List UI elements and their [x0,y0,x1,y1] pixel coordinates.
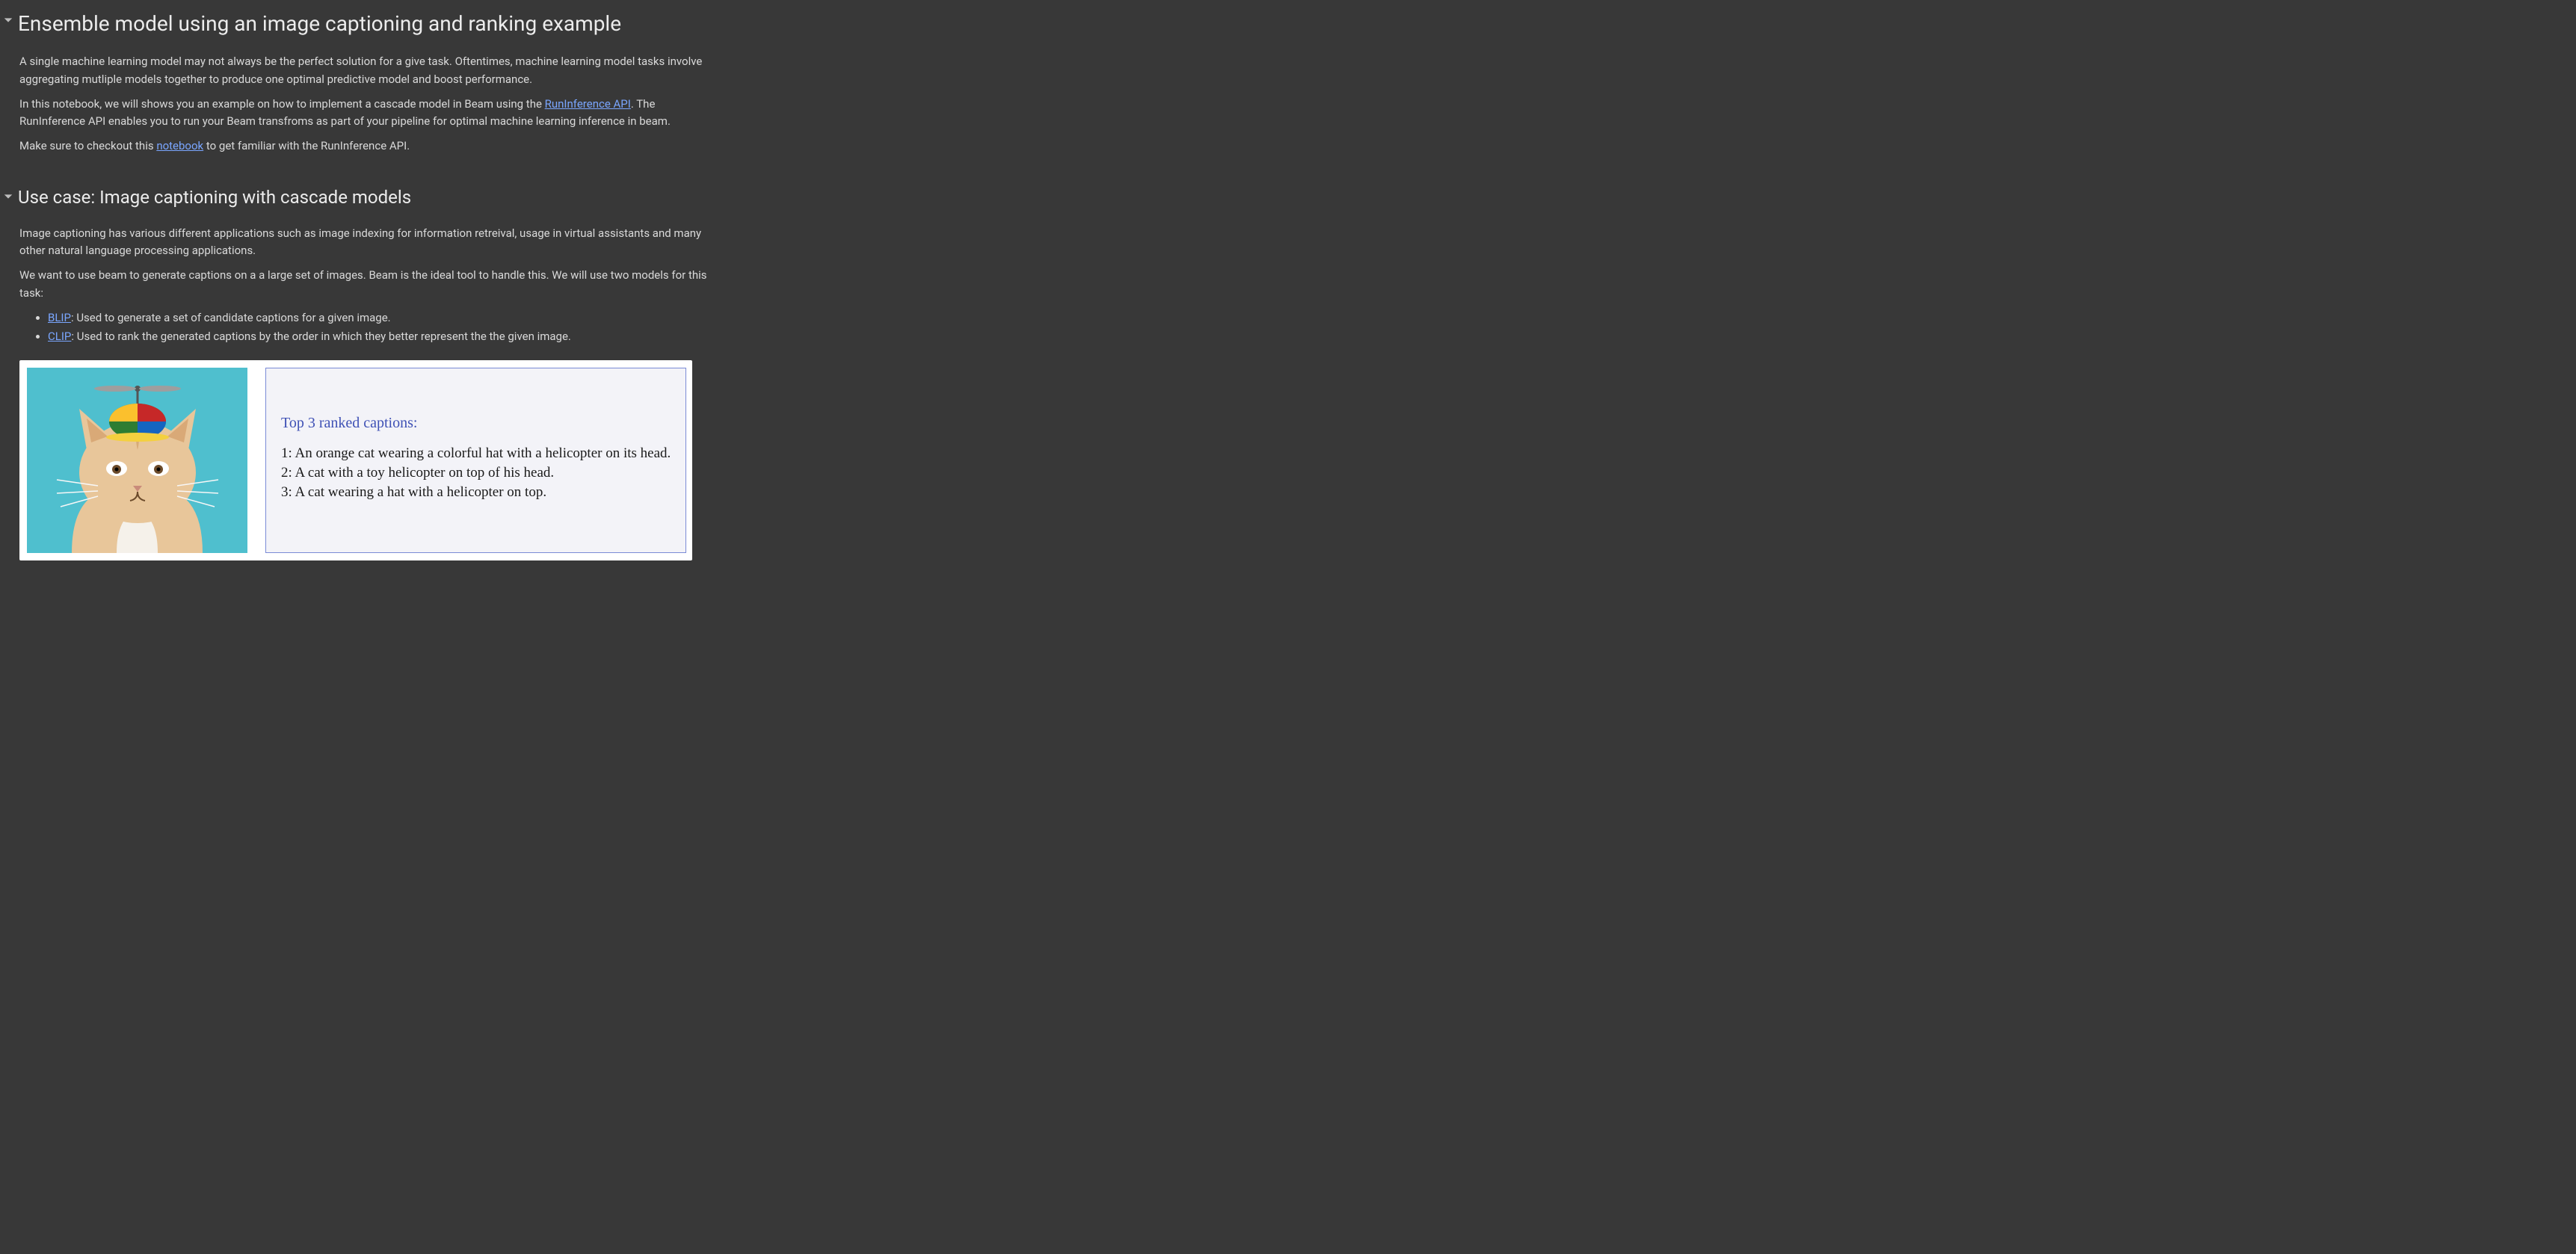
runinference-api-link[interactable]: RunInference API [545,97,631,111]
blip-link[interactable]: BLIP [48,311,71,324]
notebook-link[interactable]: notebook [156,139,203,152]
example-figure: Top 3 ranked captions: 1: An orange cat … [19,360,692,560]
captions-title: Top 3 ranked captions: [281,412,671,435]
text: : Used to generate a set of candidate ca… [71,311,391,324]
captions-list: 1: An orange cat wearing a colorful hat … [281,444,671,501]
captions-panel: Top 3 ranked captions: 1: An orange cat … [265,368,686,553]
section-1-header: Ensemble model using an image captioning… [0,7,748,40]
notebook-content: Ensemble model using an image captioning… [0,0,748,587]
text: Make sure to checkout this [19,139,156,152]
list-item: BLIP: Used to generate a set of candidat… [48,309,715,327]
model-list: BLIP: Used to generate a set of candidat… [19,309,715,346]
list-item: CLIP: Used to rank the generated caption… [48,328,715,345]
caption-1: 1: An orange cat wearing a colorful hat … [281,444,671,463]
cat-image [27,368,247,553]
collapse-toggle-icon[interactable] [3,15,15,27]
caption-3: 3: A cat wearing a hat with a helicopter… [281,483,671,502]
section-2-header: Use case: Image captioning with cascade … [0,184,748,211]
paragraph: We want to use beam to generate captions… [19,267,715,302]
text: : Used to rank the generated captions by… [71,330,570,343]
paragraph: In this notebook, we will shows you an e… [19,96,715,131]
clip-link[interactable]: CLIP [48,330,71,343]
paragraph: Make sure to checkout this notebook to g… [19,138,715,155]
section-2-title: Use case: Image captioning with cascade … [18,184,411,211]
caption-2: 2: A cat with a toy helicopter on top of… [281,463,671,483]
section-1-title: Ensemble model using an image captioning… [18,7,621,40]
collapse-toggle-icon[interactable] [3,191,15,203]
text: In this notebook, we will shows you an e… [19,97,545,111]
section-1-body: A single machine learning model may not … [0,53,734,167]
paragraph: Image captioning has various different a… [19,225,715,260]
text: to get familiar with the RunInference AP… [203,139,410,152]
paragraph: A single machine learning model may not … [19,53,715,88]
section-2-body: Image captioning has various different a… [0,225,734,566]
